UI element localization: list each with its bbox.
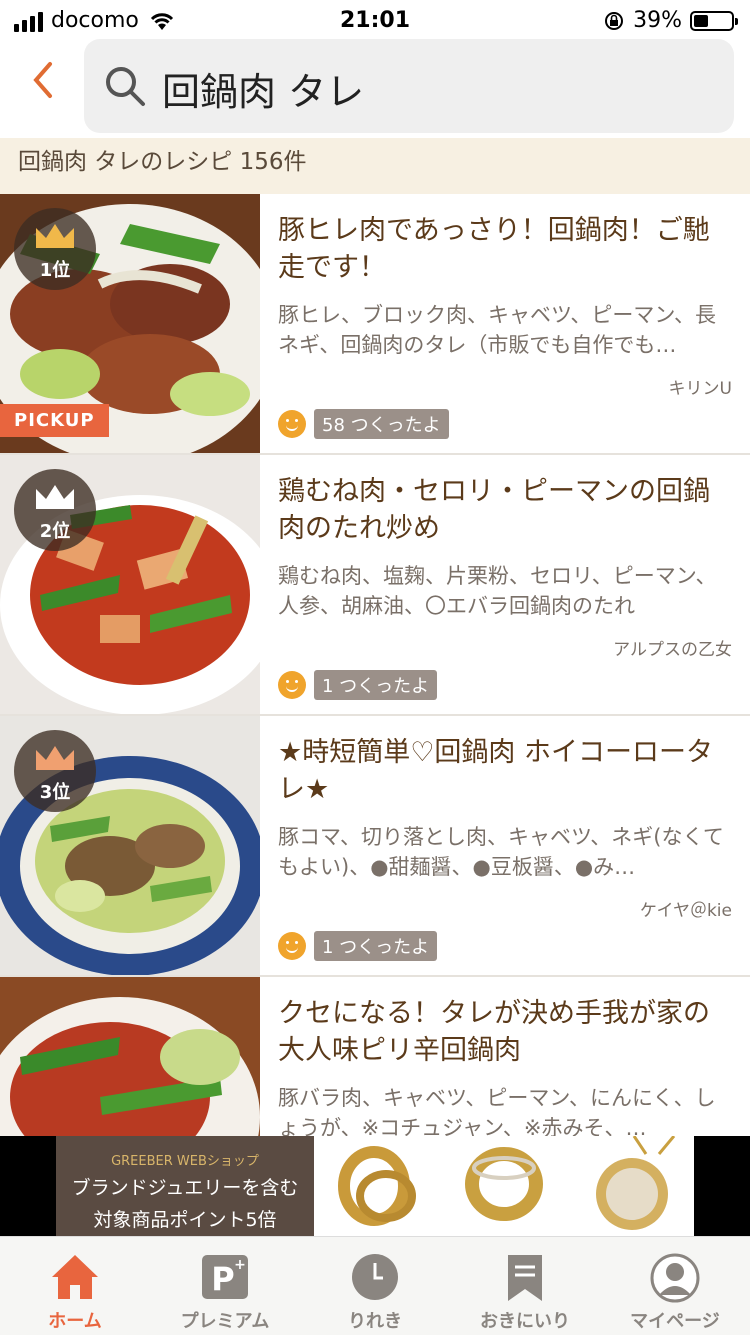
rank-label: 3位 [39, 782, 71, 803]
results-count-bar: 回鍋肉 タレのレシピ 156件 [0, 138, 750, 194]
crown-icon [36, 485, 74, 509]
rank-badge: 3位 [14, 730, 96, 812]
ad-line-1: ブランドジュエリーを含む [71, 1177, 299, 1199]
ad-text-panel: GREEBER WEBショップ ブランドジュエリーを含む 対象商品ポイント5倍 [56, 1136, 314, 1236]
back-button[interactable] [28, 60, 68, 110]
search-header: 回鍋肉 タレ [0, 36, 750, 136]
user-icon [650, 1253, 700, 1303]
battery-icon [690, 10, 738, 31]
pickup-badge: PICKUP [0, 404, 109, 437]
crown-icon [36, 224, 74, 248]
smile-icon [278, 410, 306, 438]
status-bar: docomo 21:01 39% [0, 0, 750, 40]
history-icon [352, 1254, 398, 1300]
rank-badge: 2位 [14, 469, 96, 551]
tab-home[interactable]: ホーム [0, 1237, 150, 1335]
ad-shop-name: GREEBER WEBショップ [111, 1154, 259, 1169]
search-query: 回鍋肉 タレ [162, 70, 365, 114]
rank-badge: 1位 [14, 208, 96, 290]
svg-text:P: P [211, 1260, 234, 1298]
ad-jewelry-image [314, 1135, 694, 1236]
premium-icon: P + [202, 1255, 248, 1299]
svg-text:+: + [234, 1257, 246, 1273]
recipe-list: 1位 PICKUP 豚ヒレ肉であっさり！回鍋肉！ご馳走です！ 豚ヒレ、ブロック肉… [0, 194, 750, 1238]
recipe-ingredients: 豚コマ、切り落とし肉、キャベツ、ネギ(なくてもよい)、●甜麺醤、●豆板醤、●み… [278, 825, 724, 879]
tsukutta-count: 1 つくったよ [314, 670, 438, 700]
ad-line-2: 対象商品ポイント5倍 [93, 1209, 277, 1231]
recipe-author: キリンU [668, 379, 732, 399]
recipe-title[interactable]: 鶏むね肉・セロリ・ピーマンの回鍋肉のたれ炒め [278, 473, 734, 547]
tab-label: マイページ [630, 1311, 720, 1332]
recipe-card[interactable]: 3位 ★時短簡単♡回鍋肉 ホイコーロータレ★ 豚コマ、切り落とし肉、キャベツ、ネ… [0, 716, 750, 977]
crown-icon [36, 746, 74, 770]
recipe-author: ケイヤ＠kie [639, 901, 732, 921]
tsukutta-count: 1 つくったよ [314, 931, 438, 961]
recipe-ingredients: 豚バラ肉、キャベツ、ピーマン、にんにく、しょうが、※コチュジャン、※赤みそ、… [278, 1086, 716, 1140]
tab-bar: ホーム P + プレミアム りれき おきにいり マイページ [0, 1236, 750, 1335]
tab-label: りれき [348, 1311, 402, 1332]
tab-mypage[interactable]: マイページ [600, 1237, 750, 1335]
battery-percent: 39% [633, 8, 682, 33]
recipe-card[interactable]: 2位 鶏むね肉・セロリ・ピーマンの回鍋肉のたれ炒め 鶏むね肉、塩麹、片栗粉、セロ… [0, 455, 750, 716]
tab-premium[interactable]: P + プレミアム [150, 1237, 300, 1335]
ad-banner[interactable]: GREEBER WEBショップ ブランドジュエリーを含む 対象商品ポイント5倍 [0, 1135, 750, 1236]
tab-label: プレミアム [180, 1311, 270, 1332]
tab-label: ホーム [48, 1311, 102, 1332]
rank-label: 1位 [39, 260, 71, 281]
recipe-ingredients: 豚ヒレ、ブロック肉、キャベツ、ピーマン、長ネギ、回鍋肉のタレ（市販でも自作でも… [278, 303, 717, 357]
recipe-photo: 2位 [0, 455, 260, 714]
recipe-ingredients: 鶏むね肉、塩麹、片栗粉、セロリ、ピーマン、人参、胡麻油、〇エバラ回鍋肉のたれ [278, 564, 717, 618]
chevron-left-icon [33, 62, 52, 98]
recipe-title[interactable]: ★時短簡単♡回鍋肉 ホイコーロータレ★ [278, 734, 734, 808]
tsukutta-report: 58 つくったよ [278, 409, 449, 439]
recipe-title[interactable]: 豚ヒレ肉であっさり！回鍋肉！ご馳走です！ [278, 212, 734, 286]
search-input[interactable]: 回鍋肉 タレ [84, 39, 734, 133]
search-icon [106, 67, 145, 106]
smile-icon [278, 671, 306, 699]
tab-bookmarks[interactable]: おきにいり [450, 1237, 600, 1335]
tsukutta-count: 58 つくったよ [314, 409, 449, 439]
recipe-author: アルプスの乙女 [613, 640, 732, 660]
bookmark-icon [508, 1255, 542, 1301]
rank-label: 2位 [39, 521, 71, 542]
rotation-lock-icon [605, 11, 624, 30]
tab-history[interactable]: りれき [300, 1237, 450, 1335]
results-count: 回鍋肉 タレのレシピ 156件 [18, 149, 307, 175]
recipe-photo: 3位 [0, 716, 260, 975]
recipe-title[interactable]: クセになる！タレが決め手我が家の大人味ピリ辛回鍋肉 [278, 995, 734, 1069]
recipe-card[interactable]: 1位 PICKUP 豚ヒレ肉であっさり！回鍋肉！ご馳走です！ 豚ヒレ、ブロック肉… [0, 194, 750, 455]
smile-icon [278, 932, 306, 960]
home-icon [52, 1255, 98, 1299]
tsukutta-report: 1 つくったよ [278, 931, 438, 961]
recipe-photo: 1位 PICKUP [0, 194, 260, 453]
tsukutta-report: 1 つくったよ [278, 670, 438, 700]
tab-label: おきにいり [480, 1311, 570, 1332]
